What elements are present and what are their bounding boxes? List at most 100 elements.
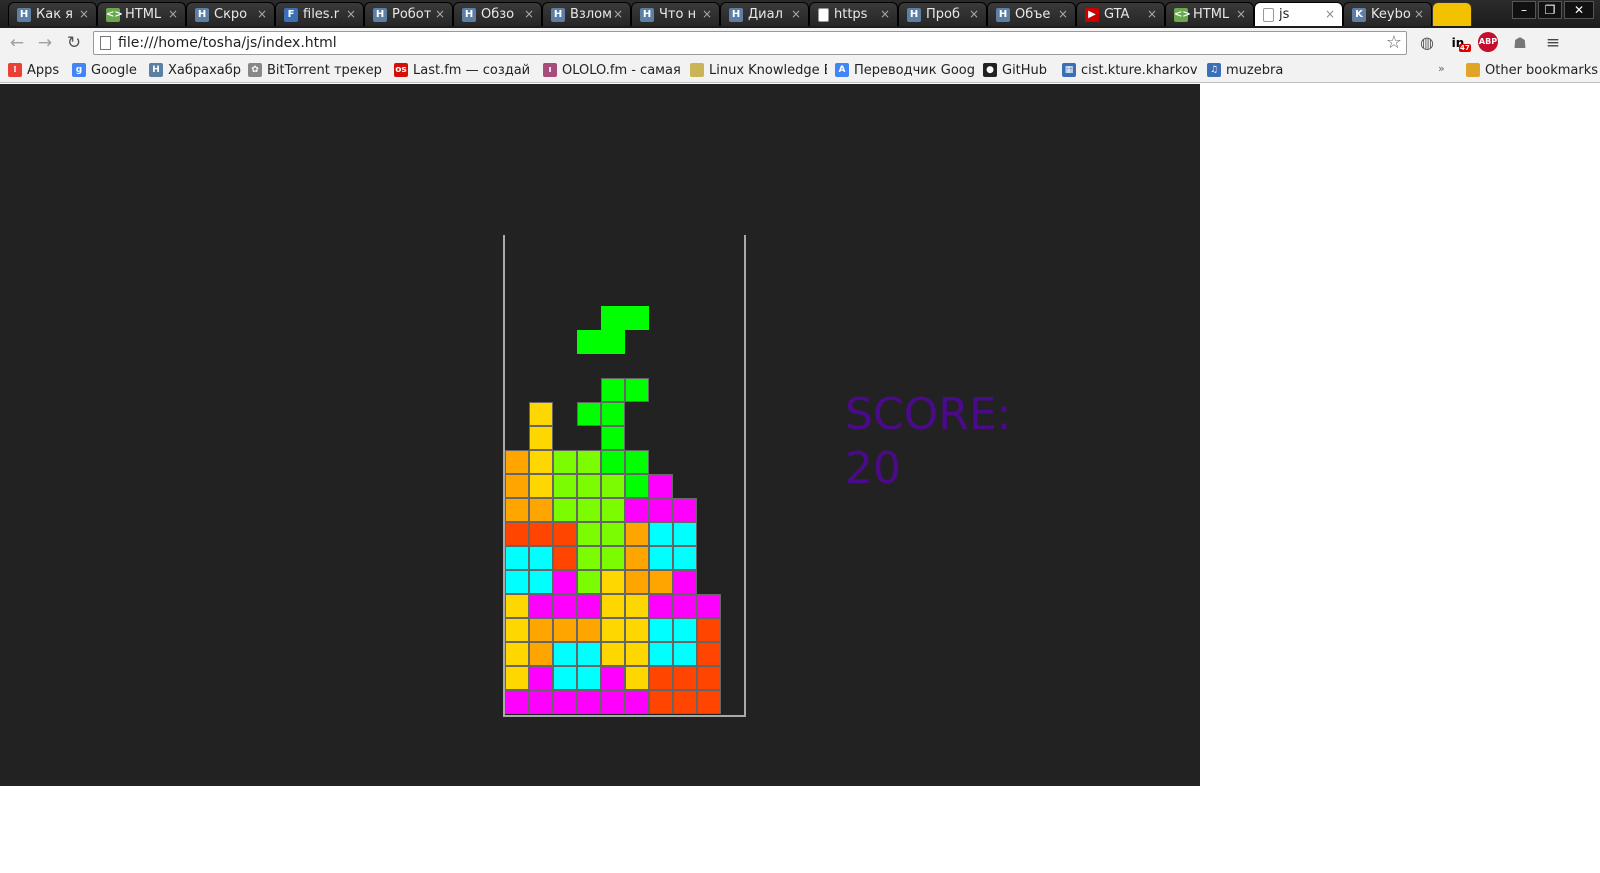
close-window-button[interactable]: ✕ — [1564, 1, 1594, 19]
board-block — [625, 618, 649, 642]
bittorrent-icon: ✿ — [248, 63, 262, 77]
tab-13[interactable]: <> HTML × — [1165, 2, 1254, 26]
bookmark-apps[interactable]: ⁞ Apps — [8, 61, 59, 79]
cist-icon: ▦ — [1062, 63, 1076, 77]
board-block — [529, 546, 553, 570]
minimize-button[interactable]: – — [1512, 1, 1536, 19]
board-block — [625, 690, 649, 714]
bookmark-google[interactable]: g Google — [72, 61, 137, 79]
linkedin-extension-icon[interactable]: in 47 — [1447, 32, 1471, 54]
browser-toolbar: ← → ↻ file:///home/tosha/js/index.html ☆… — [0, 28, 1600, 57]
folder-icon — [1466, 63, 1480, 77]
tab-3[interactable]: Ffiles.r × — [275, 2, 364, 26]
close-tab-icon[interactable]: × — [791, 7, 801, 21]
back-button[interactable]: ← — [6, 32, 28, 54]
chrome-menu-icon[interactable]: ≡ — [1542, 32, 1564, 54]
bookmark-star-icon[interactable]: ☆ — [1386, 32, 1402, 53]
bookmark-ololo[interactable]: ı OLOLO.fm - самая — [543, 61, 681, 79]
bookmark-github[interactable]: ● GitHub — [983, 61, 1047, 79]
close-tab-icon[interactable]: × — [346, 7, 356, 21]
url-text[interactable]: file:///home/tosha/js/index.html — [118, 35, 337, 51]
close-tab-icon[interactable]: × — [257, 7, 267, 21]
tab-2[interactable]: H Скро × — [186, 2, 275, 26]
tab-5[interactable]: H Обзо × — [453, 2, 542, 26]
ghostery-extension-icon[interactable]: ◍ — [1416, 32, 1438, 54]
tab-10[interactable]: H Проб × — [898, 2, 987, 26]
restore-button[interactable]: ❐ — [1538, 1, 1562, 19]
board-block — [649, 594, 673, 618]
board-block — [505, 690, 529, 714]
tab-1[interactable]: <> HTML × — [97, 2, 186, 26]
tab-0[interactable]: H Как я × — [8, 2, 97, 26]
reload-button[interactable]: ↻ — [63, 32, 85, 54]
close-tab-icon[interactable]: × — [702, 7, 712, 21]
close-tab-icon[interactable]: × — [1414, 7, 1424, 21]
close-tab-icon[interactable]: × — [880, 7, 890, 21]
board-block — [553, 522, 577, 546]
close-tab-icon[interactable]: × — [435, 7, 445, 21]
bookmark-label: Google — [91, 62, 137, 78]
bookmark-lastfm[interactable]: os Last.fm — создай с — [394, 61, 534, 79]
close-tab-icon[interactable]: × — [524, 7, 534, 21]
board-block — [649, 546, 673, 570]
close-tab-icon[interactable]: × — [168, 7, 178, 21]
board-block — [529, 570, 553, 594]
board-block — [553, 690, 577, 714]
habr-icon: H — [17, 7, 31, 22]
board-block — [553, 618, 577, 642]
tab-6[interactable]: H Взлом × — [542, 2, 631, 26]
ololo-icon: ı — [543, 63, 557, 77]
tab-label: https — [834, 7, 868, 22]
new-tab-button[interactable] — [1432, 2, 1472, 26]
other-bookmarks-folder[interactable]: Other bookmarks — [1466, 61, 1598, 79]
board-block — [649, 642, 673, 666]
board-block — [505, 642, 529, 666]
close-tab-icon[interactable]: × — [613, 7, 623, 21]
board-block — [649, 498, 673, 522]
tab-strip: H Как я × <> HTML × H Скро × Ffiles.r × H Робот × H Обз… — [0, 0, 1600, 28]
tab-4[interactable]: H Робот × — [364, 2, 453, 26]
bookmark-label: Linux Knowledge B — [709, 62, 827, 78]
board-block — [529, 594, 553, 618]
board-block — [625, 546, 649, 570]
adblock-plus-icon[interactable]: ABP — [1478, 32, 1500, 54]
board-block — [601, 426, 625, 450]
tab-7[interactable]: H Что н × — [631, 2, 720, 26]
bookmark-habr[interactable]: H Хабрахабр — [149, 61, 241, 79]
board-block — [505, 570, 529, 594]
tab-label: Проб — [926, 7, 960, 22]
board-block — [577, 594, 601, 618]
board-block — [697, 666, 721, 690]
tab-14[interactable]: js × — [1254, 2, 1343, 26]
bookmarks-overflow-button[interactable]: » — [1438, 62, 1445, 75]
bookmark-linux[interactable]: Linux Knowledge B — [690, 61, 827, 79]
close-tab-icon[interactable]: × — [1058, 7, 1068, 21]
board-block — [577, 402, 601, 426]
html-icon: <> — [1174, 7, 1191, 22]
close-tab-icon[interactable]: × — [969, 7, 979, 21]
bookmark-bittorrent[interactable]: ✿ BitTorrent трекер — [248, 61, 382, 79]
close-tab-icon[interactable]: × — [79, 7, 89, 21]
tab-15[interactable]: K Keybo × — [1343, 2, 1432, 26]
board-block — [697, 690, 721, 714]
address-bar[interactable]: file:///home/tosha/js/index.html ☆ — [93, 31, 1407, 55]
close-tab-icon[interactable]: × — [1325, 7, 1335, 21]
tab-11[interactable]: H Объе × — [987, 2, 1076, 26]
forward-button[interactable]: → — [34, 32, 56, 54]
tab-label: Объе — [1015, 7, 1051, 22]
tab-9[interactable]: https × — [809, 2, 898, 26]
ghost-extension-icon[interactable]: ☗ — [1509, 32, 1531, 54]
habr-icon: H — [195, 7, 209, 22]
close-tab-icon[interactable]: × — [1236, 7, 1246, 21]
tab-8[interactable]: H Диал × — [720, 2, 809, 26]
tab-12[interactable]: ▶ GTA × — [1076, 2, 1165, 26]
bookmark-label: cist.kture.kharkov.u — [1081, 62, 1197, 78]
board-block — [553, 642, 577, 666]
close-tab-icon[interactable]: × — [1147, 7, 1157, 21]
bookmark-translate[interactable]: A Переводчик Googl — [835, 61, 975, 79]
tab-label: Диал — [748, 7, 783, 22]
bookmark-cist[interactable]: ▦ cist.kture.kharkov.u — [1062, 61, 1197, 79]
board-block — [601, 546, 625, 570]
tab-label: Обзо — [481, 7, 515, 22]
bookmark-muzebra[interactable]: ♫ muzebra — [1207, 61, 1283, 79]
